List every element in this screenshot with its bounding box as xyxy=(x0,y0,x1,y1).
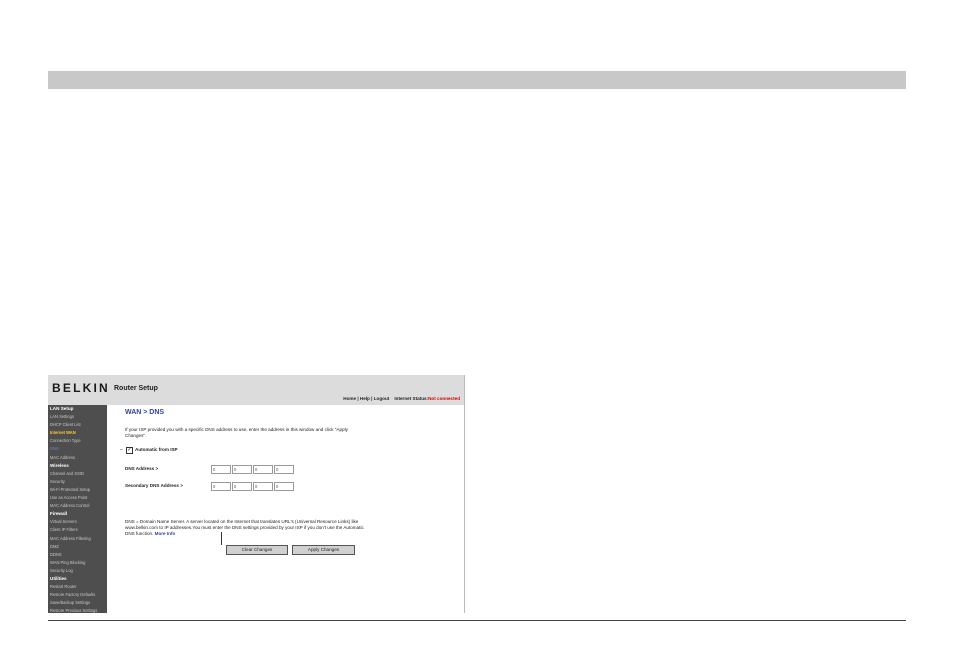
page-footer-rule xyxy=(48,620,906,621)
dns-octet-2[interactable]: 0 xyxy=(232,465,252,474)
dash-mark: – xyxy=(120,447,123,453)
intro-text: If your ISP provided you with a specific… xyxy=(125,427,348,438)
sidebar-item-restore-previous-settings[interactable]: Restore Previous Settings xyxy=(48,607,107,613)
sidebar-item-dhcp-client-list[interactable]: DHCP Client List xyxy=(48,421,107,429)
logout-link[interactable]: Logout xyxy=(374,396,390,401)
sidebar-nav: LAN Setup LAN Settings DHCP Client List Int… xyxy=(48,405,107,613)
secondary-dns-octet-3[interactable]: 0 xyxy=(253,482,273,491)
automatic-from-isp-label: Automatic from ISP xyxy=(135,447,178,452)
belkin-logo: BELKIN xyxy=(52,381,110,395)
sidebar-section-wireless: Wireless xyxy=(50,462,69,468)
internet-status-value: Not connected xyxy=(428,396,460,401)
page-header-bar xyxy=(48,71,906,89)
main-panel: WAN > DNS If your ISP provided you with … xyxy=(107,405,464,613)
sidebar-item-mac-address[interactable]: MAC Address xyxy=(48,454,107,462)
sidebar-item-ddns[interactable]: DDNS xyxy=(48,551,107,559)
secondary-dns-octet-2[interactable]: 0 xyxy=(232,482,252,491)
internet-status-label: Internet Status: xyxy=(394,396,429,401)
sidebar-item-save-backup-settings[interactable]: Save/Backup Settings xyxy=(48,599,107,607)
sidebar-item-restart-router[interactable]: Restart Router xyxy=(48,583,107,591)
sidebar-item-mac-address-control[interactable]: MAC Address Control xyxy=(48,502,107,510)
more-info-link[interactable]: More Info xyxy=(155,531,176,536)
sidebar-item-lan-settings[interactable]: LAN Settings xyxy=(48,413,107,421)
secondary-dns-octet-4[interactable]: 0 xyxy=(274,482,294,491)
secondary-dns-octet-1[interactable]: 0 xyxy=(211,482,231,491)
automatic-from-isp-checkbox[interactable]: ✓ xyxy=(126,447,133,454)
link-separator: | xyxy=(371,396,373,401)
sidebar-item-restore-factory-defaults[interactable]: Restore Factory Defaults xyxy=(48,591,107,599)
sidebar-section-firewall: Firewall xyxy=(50,511,68,517)
app-title: Router Setup xyxy=(114,385,158,392)
dns-octet-3[interactable]: 0 xyxy=(253,465,273,474)
sidebar-item-channel-and-ssid[interactable]: Channel and SSID xyxy=(48,470,107,478)
sidebar-item-wan-ping-blocking[interactable]: WAN Ping Blocking xyxy=(48,559,107,567)
link-separator: | xyxy=(357,396,359,401)
sidebar-item-security-log[interactable]: Security Log xyxy=(48,567,107,575)
sidebar-item-dns[interactable]: DNS xyxy=(48,445,107,453)
sidebar-item-use-as-access-point[interactable]: Use as Access Point xyxy=(48,494,107,502)
sidebar-item-dmz[interactable]: DMZ xyxy=(48,543,107,551)
apply-changes-button[interactable]: Apply Changes xyxy=(292,545,355,555)
clear-changes-button[interactable]: Clear Changes xyxy=(226,545,288,555)
sidebar-item-virtual-servers[interactable]: Virtual Servers xyxy=(48,518,107,526)
sidebar-item-connection-type[interactable]: Connection Type xyxy=(48,437,107,445)
dns-description: DNS = Domain Name Server. A server locat… xyxy=(125,519,365,537)
dns-octet-4[interactable]: 0 xyxy=(274,465,294,474)
sidebar-item-mac-address-filtering[interactable]: MAC Address Filtering xyxy=(48,535,107,543)
sidebar-section-utilities: Utilities xyxy=(50,575,67,581)
sidebar-item-client-ip-filters[interactable]: Client IP Filters xyxy=(48,526,107,534)
top-links: Home | Help | Logout Internet Status:Not… xyxy=(343,396,460,401)
help-link[interactable]: Help xyxy=(360,396,370,401)
router-setup-screenshot: BELKIN Router Setup Home | Help | Logout… xyxy=(48,375,465,613)
home-link[interactable]: Home xyxy=(343,396,356,401)
sidebar-item-wi-fi-protected-setup[interactable]: Wi-Fi Protected Setup xyxy=(48,486,107,494)
router-header: BELKIN Router Setup Home | Help | Logout… xyxy=(48,375,464,405)
dns-address-label: DNS Address > xyxy=(125,466,159,471)
breadcrumb: WAN > DNS xyxy=(125,409,165,416)
sidebar-item-internet-wan[interactable]: Internet WAN xyxy=(48,429,107,437)
sidebar-section-lan-setup: LAN Setup xyxy=(50,406,74,411)
callout-line xyxy=(221,532,222,545)
secondary-dns-address-label: Secondary DNS Address > xyxy=(125,483,183,488)
sidebar-item-security[interactable]: Security xyxy=(48,478,107,486)
dns-octet-1[interactable]: 0 xyxy=(211,465,231,474)
